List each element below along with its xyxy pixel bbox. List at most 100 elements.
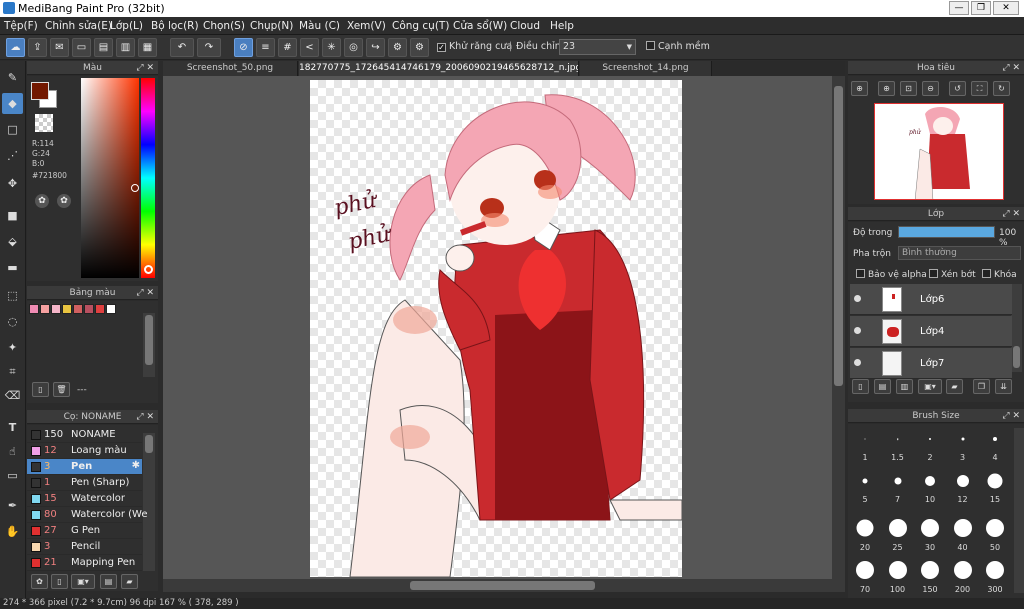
tab-screenshot-14[interactable]: Screenshot_14.png — [580, 61, 712, 76]
blend-mode-select[interactable]: Bình thường — [898, 246, 1021, 260]
palette-swatch[interactable] — [106, 304, 116, 314]
merge-layer-icon[interactable]: ⇊ — [995, 379, 1012, 394]
radial-snap-icon[interactable]: ✳ — [322, 38, 341, 57]
grid-icon[interactable]: ▦ — [138, 38, 157, 57]
layer-menu-icon[interactable]: ▣▾ — [918, 379, 942, 394]
brush-size-option[interactable]: 10 — [914, 469, 946, 509]
page-manage-icon[interactable]: ▥ — [116, 38, 135, 57]
palette-swatch[interactable] — [95, 304, 105, 314]
panel-close-icon[interactable]: ⤢ ✕ — [136, 286, 154, 300]
menu-view[interactable]: Xem(V) — [347, 20, 386, 32]
close-button[interactable]: ✕ — [993, 1, 1019, 15]
palette-settings-icon[interactable]: ✿ — [57, 194, 71, 208]
zoom-in-icon[interactable]: ⊕ — [851, 81, 868, 96]
brush-size-option[interactable]: 20 — [849, 511, 881, 552]
rotate-left-icon[interactable]: ↺ — [949, 81, 966, 96]
protect-alpha-checkbox[interactable]: Bảo vệ alpha — [856, 269, 927, 280]
brush-copy-icon[interactable]: ▤ — [100, 574, 117, 589]
select-pen-tool-icon[interactable]: ⌗ — [2, 361, 23, 382]
adjust-select[interactable]: 23 ▼ — [559, 39, 636, 55]
snap-settings-icon[interactable]: ⚙ — [388, 38, 407, 57]
menu-tools[interactable]: Công cụ(T) — [392, 20, 449, 32]
dot-tool-icon[interactable]: ⋰ — [2, 145, 23, 166]
brush-list-item[interactable]: 1 Pen (Sharp) — [27, 475, 142, 491]
brush-size-option[interactable]: 40 — [947, 511, 979, 552]
panel-close-icon[interactable]: ⤢ ✕ — [1002, 61, 1020, 75]
fit-icon[interactable]: ⊡ — [900, 81, 917, 96]
comment-icon[interactable]: ▭ — [72, 38, 91, 57]
eye-icon[interactable] — [854, 327, 861, 334]
hue-cursor[interactable] — [144, 265, 153, 274]
antialias-checkbox[interactable]: ✓ Khử răng cưa — [437, 41, 512, 52]
panel-close-icon[interactable]: ⤢ ✕ — [136, 410, 154, 424]
eyedropper-tool-icon[interactable]: ✒ — [2, 495, 23, 516]
scroll-thumb[interactable] — [1013, 346, 1020, 368]
transparent-swatch[interactable] — [35, 114, 53, 132]
brush-size-option[interactable]: 50 — [979, 511, 1011, 552]
primary-color-swatch[interactable] — [31, 82, 49, 100]
tab-active-image[interactable]: 182770775_172645414746179_20060902194656… — [299, 61, 579, 76]
scroll-thumb[interactable] — [410, 581, 595, 590]
palette-swatch[interactable] — [29, 304, 39, 314]
brush-new-icon[interactable]: ▯ — [51, 574, 68, 589]
brush-tool-icon[interactable]: ✎ — [2, 67, 23, 88]
lasso-tool-icon[interactable]: ◌ — [2, 311, 23, 332]
scroll-thumb[interactable] — [145, 315, 153, 365]
menu-snap[interactable]: Chụp(N) — [250, 20, 293, 32]
chat-icon[interactable]: ✉ — [50, 38, 69, 57]
panel-close-icon[interactable]: ⤢ ✕ — [1002, 409, 1020, 423]
parallel-snap-icon[interactable]: ≡ — [256, 38, 275, 57]
layer-row[interactable]: Lớp4 — [850, 316, 1012, 347]
saturation-value-picker[interactable] — [81, 78, 139, 278]
cross-snap-icon[interactable]: # — [278, 38, 297, 57]
fullscreen-icon[interactable]: ⛶ — [971, 81, 988, 96]
brush-size-option[interactable]: 100 — [882, 553, 914, 594]
canvas-horizontal-scrollbar[interactable] — [163, 579, 832, 592]
zoom-out-icon[interactable]: ⊖ — [922, 81, 939, 96]
brush-list-item[interactable]: 150 NONAME — [27, 427, 142, 443]
brush-size-option[interactable]: 70 — [849, 553, 881, 594]
menu-select[interactable]: Chọn(S) — [203, 20, 245, 32]
brush-size-option[interactable]: 300 — [979, 553, 1011, 594]
minimize-button[interactable]: — — [949, 1, 969, 15]
scroll-thumb[interactable] — [834, 86, 843, 386]
menu-cloud[interactable]: Cloud — [510, 20, 540, 32]
eye-icon[interactable] — [854, 295, 861, 302]
brush-add-icon[interactable]: ✿ — [31, 574, 48, 589]
eye-icon[interactable] — [854, 359, 861, 366]
gear-icon[interactable]: ✱ — [132, 460, 140, 471]
brush-list-item[interactable]: 80 Watercolor (We — [27, 507, 148, 523]
drawing-canvas[interactable]: phử phử — [310, 80, 682, 577]
opacity-slider[interactable] — [898, 226, 995, 238]
brush-size-option[interactable]: 3 — [947, 427, 979, 467]
brush-size-option[interactable]: 15 — [979, 469, 1011, 509]
brush-list-item[interactable]: 21 Mapping Pen — [27, 555, 142, 571]
scroll-thumb[interactable] — [145, 435, 153, 453]
curve-snap-icon[interactable]: ↪ — [366, 38, 385, 57]
redo-icon[interactable]: ↷ — [197, 38, 221, 57]
palette-swatch[interactable] — [84, 304, 94, 314]
folder-icon[interactable]: ▰ — [121, 574, 138, 589]
palette-add-icon[interactable]: ✿ — [35, 194, 49, 208]
brush-menu-icon[interactable]: ▣▾ — [71, 574, 95, 589]
new-halftone-layer-icon[interactable]: ▤ — [874, 379, 891, 394]
hue-slider[interactable] — [141, 78, 155, 278]
rotate-right-icon[interactable]: ↻ — [993, 81, 1010, 96]
layer-row[interactable]: Lớp7 — [850, 348, 1012, 379]
eraser-tool-icon[interactable]: ◆ — [2, 93, 23, 114]
layer-scrollbar[interactable] — [1011, 284, 1022, 372]
layer-row[interactable]: Lớp6 — [850, 284, 1012, 315]
clipping-checkbox[interactable]: Xén bớt — [929, 269, 976, 280]
brush-scrollbar[interactable] — [143, 433, 155, 571]
brush-size-option[interactable]: 150 — [914, 553, 946, 594]
palette-swatch[interactable] — [73, 304, 83, 314]
select-tool-icon[interactable]: ⬚ — [2, 285, 23, 306]
gear-icon[interactable]: ⚙ — [410, 38, 429, 57]
brush-size-option[interactable]: 200 — [947, 553, 979, 594]
brush-size-option[interactable]: 1 — [849, 427, 881, 467]
brush-size-option[interactable]: 25 — [882, 511, 914, 552]
vanish-snap-icon[interactable]: < — [300, 38, 319, 57]
brush-size-option[interactable]: 5 — [849, 469, 881, 509]
snap-off-icon[interactable]: ⊘ — [234, 38, 253, 57]
undo-icon[interactable]: ↶ — [170, 38, 194, 57]
